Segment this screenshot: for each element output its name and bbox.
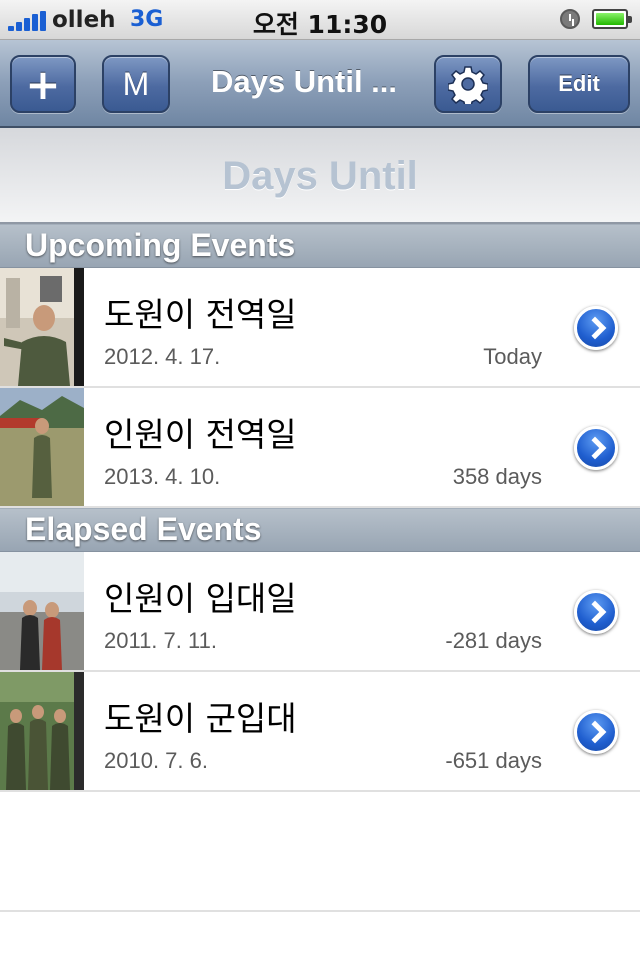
nav-title: Days Until ... [210, 64, 398, 99]
event-days-count: -651 days [445, 748, 542, 773]
battery-icon [592, 9, 632, 29]
event-row[interactable]: 인원이 입대일 2011. 7. 11. -281 days [0, 552, 640, 672]
event-date: 2011. 7. 11. [104, 628, 217, 653]
event-date: 2010. 7. 6. [104, 748, 208, 773]
event-row[interactable]: 도원이 군입대 2010. 7. 6. -651 days [0, 672, 640, 792]
event-title: 도원이 전역일 [104, 295, 297, 334]
edit-button[interactable]: Edit [528, 55, 630, 113]
section-label: Upcoming Events [25, 227, 296, 263]
navigation-bar: + M Days Until ... Edit [0, 40, 640, 128]
detail-disclosure-button[interactable] [574, 306, 618, 350]
event-title: 인원이 전역일 [104, 415, 297, 454]
event-title: 인원이 입대일 [104, 579, 297, 618]
event-row[interactable]: 인원이 전역일 2013. 4. 10. 358 days [0, 388, 640, 508]
detail-disclosure-button[interactable] [574, 590, 618, 634]
header-title: Days Until [222, 154, 418, 198]
event-photo [0, 388, 84, 506]
event-date: 2013. 4. 10. [104, 464, 221, 489]
section-header-upcoming: Upcoming Events [0, 224, 640, 268]
m-button[interactable]: M [102, 55, 170, 113]
status-bar: olleh 3G 오전 11:30 [0, 0, 640, 40]
event-photo [0, 268, 84, 386]
settings-button[interactable] [434, 55, 502, 113]
gear-icon [448, 66, 488, 104]
alarm-icon [560, 9, 580, 29]
header-banner: Days Until [0, 128, 640, 224]
detail-disclosure-button[interactable] [574, 710, 618, 754]
event-photo [0, 672, 84, 790]
event-row[interactable]: 도원이 전역일 2012. 4. 17. Today [0, 268, 640, 388]
event-days-count: -281 days [445, 628, 542, 653]
section-header-elapsed: Elapsed Events [0, 508, 640, 552]
event-days-count: Today [483, 344, 542, 369]
section-label: Elapsed Events [25, 511, 262, 547]
event-days-count: 358 days [452, 464, 542, 489]
event-photo [0, 552, 84, 670]
table-separator [0, 910, 640, 912]
event-date: 2012. 4. 17. [104, 344, 221, 369]
event-title: 도원이 군입대 [104, 699, 297, 738]
add-event-button[interactable]: + [10, 55, 76, 113]
detail-disclosure-button[interactable] [574, 426, 618, 470]
status-time: 오전 11:30 [252, 10, 388, 39]
